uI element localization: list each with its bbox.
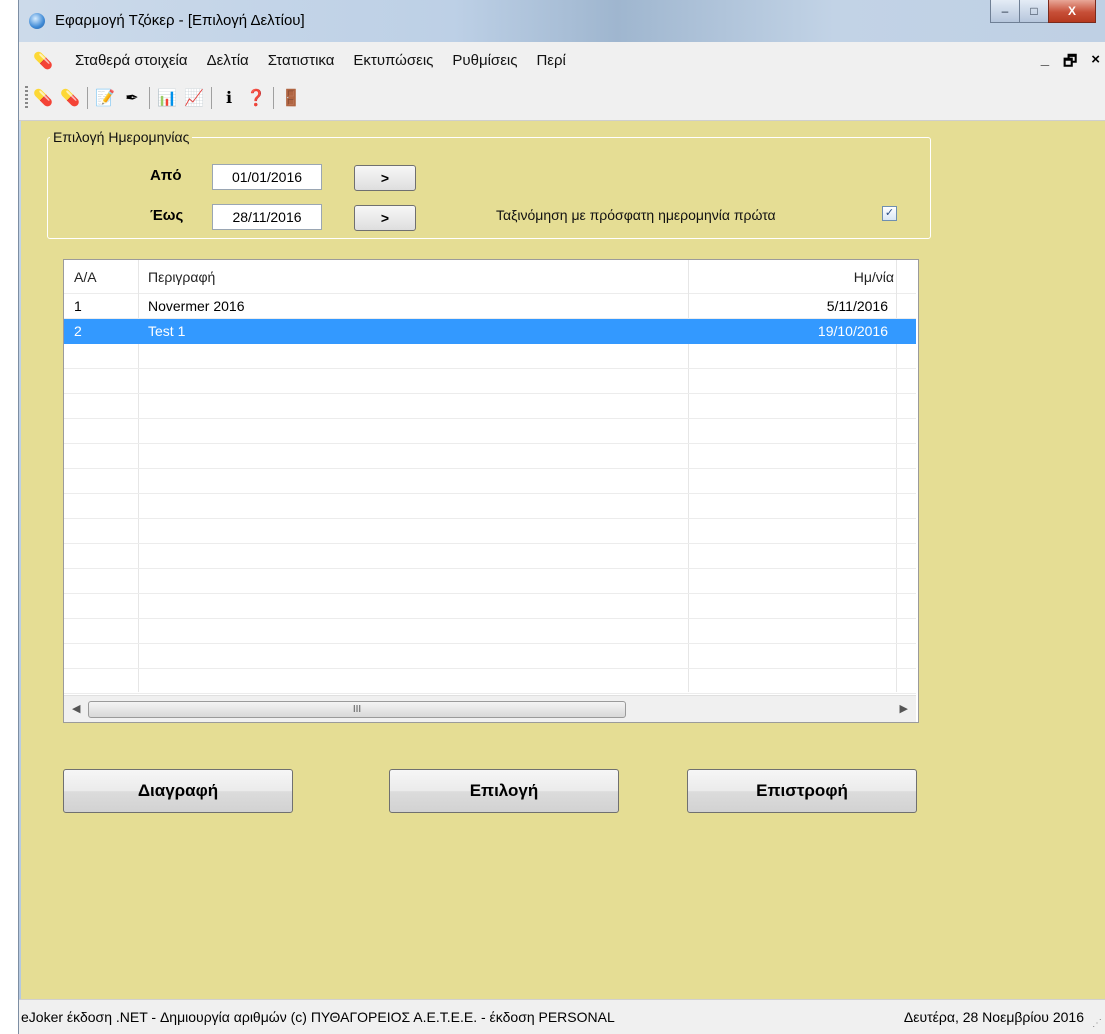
size-grip-icon[interactable]: ⋰ (1092, 1018, 1102, 1029)
maximize-button[interactable]: □ (1019, 0, 1049, 23)
toolbar-separator (149, 87, 150, 109)
from-label: Από (150, 167, 182, 184)
toolbar-separator (87, 87, 88, 109)
minimize-button[interactable]: – (990, 0, 1020, 23)
pills-icon[interactable]: 💊 (33, 88, 53, 108)
menu-item-about[interactable]: Περί (536, 52, 565, 69)
mdi-minimize-button[interactable]: _ (1041, 51, 1049, 76)
menu-item-prints[interactable]: Εκτυπώσεις (353, 52, 433, 69)
pen-icon[interactable]: ✒ (122, 88, 142, 108)
date-selection-group: Επιλογή Ημερομηνίας Από 01/01/2016 > Έως… (47, 129, 931, 239)
column-header-description[interactable]: Περιγραφή (148, 269, 215, 285)
status-bar: eJoker έκδοση .NET - Δημιουργία αριθμών … (19, 999, 1105, 1034)
toolbar-grip[interactable] (25, 86, 28, 108)
sort-recent-first-label: Ταξινόμηση με πρόσφατη ημερομηνία πρώτα (496, 207, 776, 223)
empty-grid-row (64, 444, 916, 469)
cell-date: 5/11/2016 (826, 298, 888, 314)
cell-date: 19/10/2016 (817, 323, 888, 339)
from-date-field[interactable]: 01/01/2016 (212, 164, 322, 190)
scroll-thumb[interactable]: III (88, 701, 626, 718)
client-area: Επιλογή Ημερομηνίας Από 01/01/2016 > Έως… (21, 121, 1105, 1000)
cell-description: Test 1 (148, 323, 186, 339)
empty-grid-row (64, 619, 916, 644)
cell-description: Novermer 2016 (148, 298, 245, 314)
capsule-icon: 💊 (33, 53, 53, 70)
menu-item-statistics[interactable]: Στατιστικα (268, 52, 335, 69)
column-header-date[interactable]: Ημ/νία (854, 269, 894, 285)
empty-grid-row (64, 344, 916, 369)
scroll-right-arrow-icon[interactable]: ▶ (900, 702, 908, 715)
column-header-aa[interactable]: Α/Α (74, 269, 97, 285)
scroll-left-arrow-icon[interactable]: ◀ (72, 702, 80, 715)
mdi-controls: _ 🗗 × (1027, 51, 1100, 76)
empty-grid-row (64, 569, 916, 594)
menu-item-settings[interactable]: Ρυθμίσεις (452, 52, 517, 69)
close-button[interactable]: X (1048, 0, 1096, 23)
date-group-legend: Επιλογή Ημερομηνίας (53, 129, 190, 145)
title-bar[interactable]: Εφαρμογή Τζόκερ - [Επιλογή Δελτίου] – □ … (19, 0, 1105, 42)
toolbar-separator (211, 87, 212, 109)
table-row[interactable]: 1 Novermer 2016 5/11/2016 (64, 294, 916, 319)
empty-grid-row (64, 594, 916, 619)
back-button[interactable]: Επιστροφή (687, 769, 917, 813)
mdi-close-button[interactable]: × (1091, 51, 1100, 76)
table-row-selected[interactable]: 2 Test 1 19/10/2016 (64, 319, 916, 344)
menu-item-tickets[interactable]: Δελτία (207, 52, 249, 69)
chart-icon[interactable]: 📈 (184, 88, 204, 108)
horizontal-scrollbar[interactable]: ◀ III ▶ (64, 695, 916, 722)
window-title: Εφαρμογή Τζόκερ - [Επιλογή Δελτίου] (55, 12, 305, 29)
empty-grid-row (64, 669, 916, 694)
to-label: Έως (150, 207, 184, 224)
select-button[interactable]: Επιλογή (389, 769, 619, 813)
empty-grid-row (64, 494, 916, 519)
empty-grid-row (64, 369, 916, 394)
toolbar: 💊 💊 📝 ✒ 📊 📈 ℹ ❓ 🚪 (19, 78, 1105, 121)
from-date-picker-button[interactable]: > (354, 165, 416, 191)
window-controls: – □ X (990, 0, 1096, 23)
app-icon (29, 13, 45, 29)
empty-grid-row (64, 519, 916, 544)
cell-aa: 2 (74, 323, 82, 339)
empty-grid-row (64, 419, 916, 444)
tickets-grid: Α/Α Περιγραφή Ημ/νία 1 Novermer 2016 5/1… (63, 259, 919, 723)
menu-bar: 💊 Σταθερά στοιχεία Δελτία Στατιστικα Εκτ… (19, 42, 1105, 78)
edit-document-icon[interactable]: 📝 (95, 88, 115, 108)
statistics-icon[interactable]: 📊 (157, 88, 177, 108)
delete-button[interactable]: Διαγραφή (63, 769, 293, 813)
help-icon[interactable]: ❓ (246, 88, 266, 108)
menu-item-fixed-data[interactable]: Σταθερά στοιχεία (75, 52, 188, 69)
cell-aa: 1 (74, 298, 82, 314)
info-icon[interactable]: ℹ (219, 88, 239, 108)
empty-grid-row (64, 644, 916, 669)
capsule-icon[interactable]: 💊 (60, 88, 80, 108)
empty-grid-row (64, 394, 916, 419)
sort-recent-first-checkbox[interactable]: ✓ (882, 206, 897, 221)
empty-grid-row (64, 544, 916, 569)
to-date-field[interactable]: 28/11/2016 (212, 204, 322, 230)
mdi-restore-button[interactable]: 🗗 (1063, 51, 1077, 76)
exit-door-icon[interactable]: 🚪 (281, 88, 301, 108)
empty-grid-row (64, 469, 916, 494)
to-date-picker-button[interactable]: > (354, 205, 416, 231)
status-app-info: eJoker έκδοση .NET - Δημιουργία αριθμών … (21, 1009, 615, 1025)
toolbar-separator (273, 87, 274, 109)
status-date: Δευτέρα, 28 Νοεμβρίου 2016 (903, 1009, 1084, 1025)
grid-header: Α/Α Περιγραφή Ημ/νία (64, 260, 916, 294)
app-window: Εφαρμογή Τζόκερ - [Επιλογή Δελτίου] – □ … (18, 0, 1105, 1034)
